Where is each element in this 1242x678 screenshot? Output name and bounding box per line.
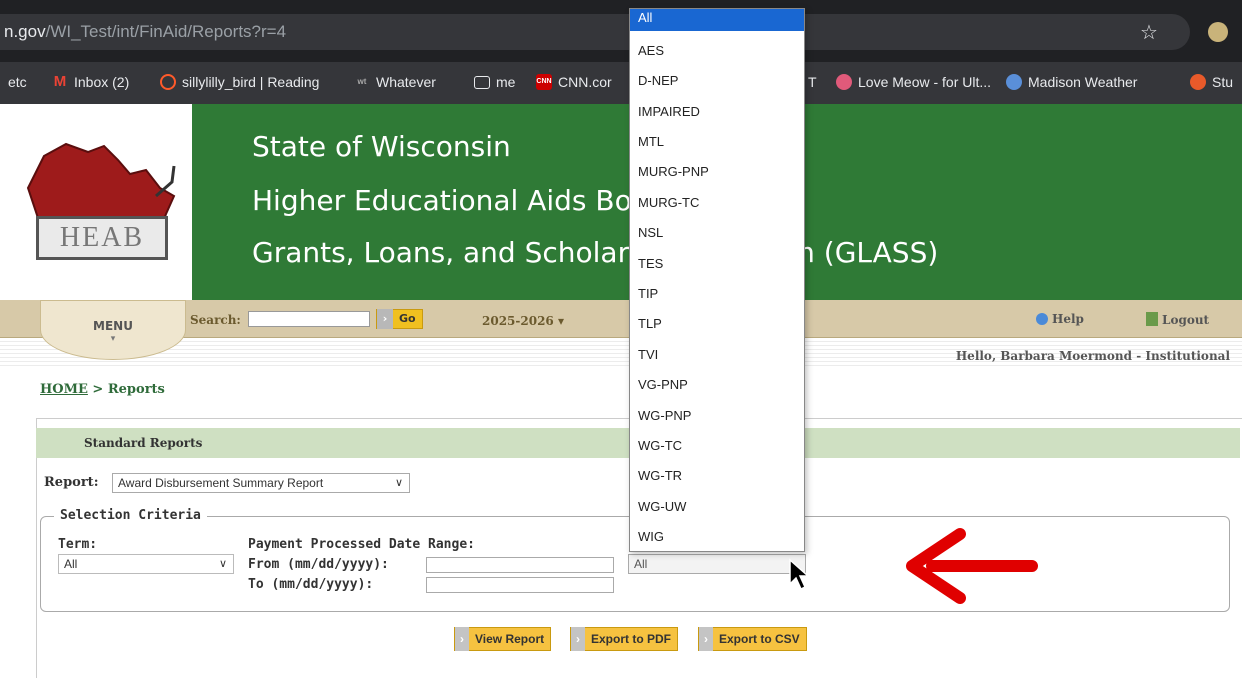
selection-criteria-legend: Selection Criteria [54,508,207,523]
mouse-cursor-icon [789,558,810,591]
from-date-label: From (mm/dd/yyyy): [248,557,389,572]
dropdown-option[interactable]: TIP [630,279,804,309]
menu-label: MENU [93,319,133,333]
bookmark-label: Stu [1212,74,1234,90]
dropdown-option[interactable]: MURG-TC [630,188,804,218]
app-icon [1190,74,1206,90]
arrow-left-icon [906,528,1038,604]
whatever-icon: wt [357,77,367,86]
export-pdf-button[interactable]: Export to PDF [570,627,678,651]
dropdown-option-all[interactable]: All [630,9,804,31]
help-label: Help [1052,312,1084,326]
dropdown-option[interactable]: WIG [630,522,804,552]
search-input[interactable] [248,311,370,327]
dropdown-option[interactable]: MURG-PNP [630,157,804,187]
bookmark-label: T [808,74,817,90]
heab-logo-text: HEAB [36,216,168,260]
program-select-value: All [634,557,648,571]
dropdown-option[interactable]: TES [630,249,804,279]
bookmark-sillylilly[interactable]: sillylilly_bird | Reading [160,74,319,90]
program-select[interactable]: All [628,554,806,574]
from-date-input[interactable] [426,557,614,573]
report-select[interactable]: Award Disbursement Summary Report ∨ [112,473,410,493]
chevron-down-icon: ▾ [110,333,116,343]
export-csv-button[interactable]: Export to CSV [698,627,807,651]
bookmark-label: Love Meow - for Ult... [858,74,992,90]
bookmark-stu[interactable]: Stu [1190,74,1233,90]
help-icon [1036,313,1048,325]
header-title-line3: Grants, Loans, and Scholarships System (… [252,236,939,269]
term-select-value: All [64,557,78,571]
go-button[interactable]: Go [376,309,423,329]
dropdown-option[interactable]: WG-PNP [630,401,804,431]
header-title-line1: State of Wisconsin [252,130,511,163]
bookmark-star-icon[interactable]: ☆ [1140,20,1158,45]
dropdown-option[interactable]: WG-UW [630,492,804,522]
date-range-label: Payment Processed Date Range: [248,537,475,552]
view-report-button[interactable]: View Report [454,627,552,651]
bookmark-label: sillylilly_bird | Reading [182,74,320,90]
weather-icon [1006,74,1022,90]
browser-toolbar: n.gov/WI_Test/int/FinAid/Reports?r=4 ☆ [0,0,1242,62]
report-select-value: Award Disbursement Summary Report [118,476,324,490]
breadcrumb-current: Reports [107,382,165,397]
logout-icon [1146,312,1158,326]
dropdown-option[interactable]: NSL [630,218,804,248]
dropdown-option[interactable]: MTL [630,127,804,157]
bookmark-me[interactable]: me [474,74,515,90]
chevron-down-icon: ∨ [394,477,403,489]
term-select[interactable]: All ∨ [58,554,234,574]
gmail-icon: M [53,73,67,90]
dropdown-option[interactable]: AES [630,36,804,66]
bookmark-etc[interactable]: etc [8,74,27,90]
address-bar[interactable]: n.gov/WI_Test/int/FinAid/Reports?r=4 [0,14,1190,50]
report-label: Report: [44,475,99,490]
breadcrumb-separator: > [87,382,108,397]
bookmark-whatever[interactable]: wt Whatever [354,74,436,90]
url-path: /WI_Test/int/FinAid/Reports?r=4 [45,22,287,41]
help-link[interactable]: Help [1036,312,1084,326]
bookmark-label: etc [8,74,27,90]
dropdown-option[interactable]: D-NEP [630,66,804,96]
folder-icon [474,75,490,89]
heart-icon [836,74,852,90]
dropdown-option[interactable]: TVI [630,340,804,370]
program-dropdown-list: All AES D-NEP IMPAIRED MTL MURG-PNP MURG… [629,8,805,552]
bookmark-label: CNN.cor [558,74,612,90]
bookmark-label: Whatever [376,74,436,90]
chevron-down-icon: ∨ [218,558,227,570]
logout-label: Logout [1162,313,1210,327]
heab-logo[interactable]: HEAB [0,104,192,300]
to-date-input[interactable] [426,577,614,593]
bookmark-madison-weather[interactable]: Madison Weather [1006,74,1137,90]
to-date-label: To (mm/dd/yyyy): [248,577,374,592]
bookmark-love-meow[interactable]: Love Meow - for Ult... [836,74,991,90]
url-domain: n.gov [4,22,46,41]
bookmarks-bar: etc M Inbox (2) sillylilly_bird | Reading… [0,62,1242,104]
breadcrumb-home-link[interactable]: HOME [40,382,88,397]
bookmark-inbox[interactable]: M Inbox (2) [52,73,130,91]
dropdown-option[interactable]: TLP [630,309,804,339]
bookmark-label: Madison Weather [1028,74,1138,90]
year-selector[interactable]: 2025-2026 ▾ [482,314,564,328]
menu-button[interactable]: MENU ▾ [40,300,186,360]
cnn-icon: CNN [536,74,552,90]
bookmark-t[interactable]: T [808,74,817,90]
dropdown-option[interactable]: IMPAIRED [630,97,804,127]
dropdown-option[interactable]: WG-TC [630,431,804,461]
extension-icon[interactable] [1208,22,1228,42]
panel-title: Standard Reports [84,436,203,450]
bookmark-cnn[interactable]: CNN CNN.cor [536,74,612,90]
dropdown-option[interactable]: WG-TR [630,461,804,491]
search-label: Search: [190,313,241,327]
bookmark-label: Inbox (2) [74,74,130,90]
greeting-text: Hello, Barbara Moermond - Institutional [955,349,1230,363]
site-header: HEAB State of Wisconsin Higher Education… [0,104,1242,300]
breadcrumb: HOME > Reports [40,382,165,397]
term-label: Term: [58,537,98,552]
logout-link[interactable]: Logout [1146,312,1209,327]
spiral-icon [160,74,176,90]
bookmark-label: me [496,74,516,90]
dropdown-option[interactable]: VG-PNP [630,370,804,400]
